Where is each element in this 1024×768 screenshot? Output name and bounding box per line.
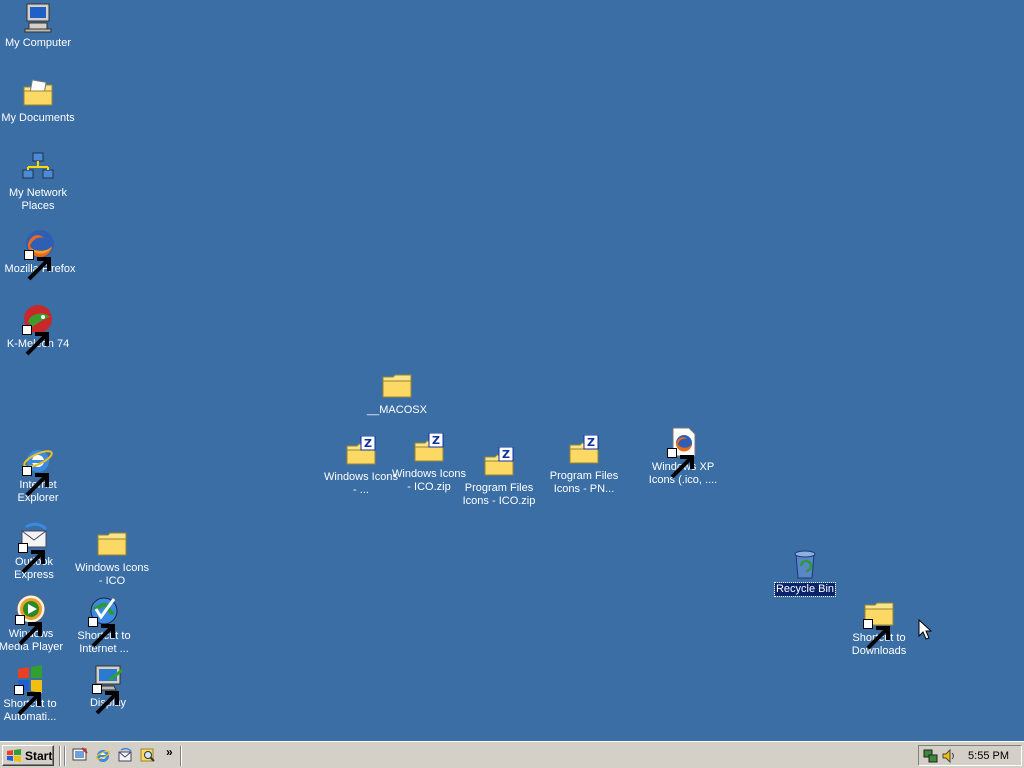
media-player-icon [15,593,47,646]
windows-logo-icon [7,748,21,762]
volume-tray-icon[interactable] [941,748,957,764]
mozilla-firefox-shortcut[interactable]: Mozilla Firefox [2,228,78,281]
outlook-express-shortcut[interactable]: Outlook Express [0,521,72,582]
my-computer-label: My Computer [4,37,72,49]
zip-folder-icon: Z [568,435,600,467]
internet-connection-icon [88,595,120,648]
outlook-express-icon [18,521,50,574]
taskbar-separator [59,746,61,766]
network-icon [22,152,54,184]
windows-icons-ico-folder[interactable]: Windows Icons - ICO [74,527,150,588]
shortcut-arrow-icon [15,615,42,646]
k-meleon-icon [22,303,54,356]
shortcut-arrow-icon [92,684,119,715]
desktop[interactable]: My Computer My Documents My Network Plac… [0,0,1024,741]
internet-explorer-icon [22,444,54,497]
shortcut-arrow-icon [14,685,41,716]
firefox-icon [24,228,56,281]
windows-media-player-shortcut[interactable]: Windows Media Player [0,593,69,654]
shortcut-to-automatic-updates[interactable]: Shortcut to Automati... [0,663,68,724]
internet-explorer-shortcut[interactable]: Internet Explorer [0,444,76,505]
network-tray-icon[interactable] [923,748,939,764]
shortcut-to-internet[interactable]: Shortcut to Internet ... [66,595,142,656]
shortcut-to-downloads[interactable]: Shortcut to Downloads [841,597,917,658]
windows-icons-zip-2-label: Windows Icons - ICO.zip [392,468,466,493]
windows-update-icon [14,663,46,716]
mouse-cursor-icon [918,619,932,640]
svg-text:Z: Z [432,434,440,447]
shortcut-arrow-icon [24,250,51,281]
svg-text:Z: Z [502,448,510,461]
shortcut-arrow-icon [863,619,890,650]
program-files-icons-ico-label: Program Files Icons - ICO.zip [462,482,536,507]
taskbar-separator [64,746,66,766]
macosx-label: __MACOSX [367,404,427,416]
shortcut-arrow-icon [88,617,115,648]
zip-folder-icon: Z [413,433,445,465]
documents-folder-icon [22,77,54,109]
show-desktop-icon[interactable] [72,747,88,763]
taskbar: Start » 5:55 PM [0,741,1024,768]
shortcut-arrow-icon [22,325,49,356]
system-tray: 5:55 PM [918,745,1022,766]
program-files-icons-png-zip[interactable]: Z Program Files Icons - PN... [546,435,622,496]
computer-icon [22,2,54,34]
display-shortcut[interactable]: Display [70,662,146,715]
quick-launch-overflow-button[interactable]: » [166,745,173,759]
windows-icons-zip-folder-2[interactable]: Z Windows Icons - ICO.zip [391,433,467,494]
program-files-icons-png-label: Program Files Icons - PN... [549,470,619,495]
svg-text:Z: Z [364,437,372,450]
shortcut-arrow-icon [18,543,45,574]
firefox-document-icon [667,426,699,479]
my-documents-label: My Documents [1,112,75,124]
windows-icons-zip-1-label: Windows Icons - ... [324,471,398,496]
folder-icon [863,597,895,650]
folder-icon [96,527,128,559]
my-documents-shortcut[interactable]: My Documents [0,77,76,125]
recycle-bin[interactable]: Recycle Bin [767,548,843,597]
macosx-folder[interactable]: __MACOSX [359,369,435,417]
k-meleon-shortcut[interactable]: K-Meleon 74 [0,303,76,356]
shortcut-arrow-icon [22,466,49,497]
taskbar-separator [180,746,182,766]
my-network-places-shortcut[interactable]: My Network Places [0,152,76,213]
outlook-express-icon[interactable] [117,747,133,763]
my-computer-shortcut[interactable]: My Computer [0,2,76,50]
internet-explorer-icon[interactable] [95,747,111,763]
search-icon[interactable] [140,747,156,763]
display-properties-icon [92,662,124,715]
shortcut-arrow-icon [667,448,694,479]
program-files-icons-ico-zip[interactable]: Z Program Files Icons - ICO.zip [461,447,537,508]
zip-folder-icon: Z [483,447,515,479]
start-label: Start [25,748,53,763]
windows-icons-ico-label: Windows Icons - ICO [75,562,149,587]
recycle-bin-icon [789,548,821,580]
recycle-bin-label: Recycle Bin [773,582,837,597]
start-button[interactable]: Start [2,745,54,766]
svg-text:Z: Z [587,436,595,449]
my-network-places-label: My Network Places [8,187,68,212]
clock[interactable]: 5:55 PM [968,750,1009,762]
zip-folder-icon: Z [345,436,377,468]
windows-icons-zip-folder-1[interactable]: Z Windows Icons - ... [323,436,399,497]
folder-icon [381,369,413,401]
windows-xp-icons-document[interactable]: Windows XP Icons (.ico, .... [645,426,721,487]
